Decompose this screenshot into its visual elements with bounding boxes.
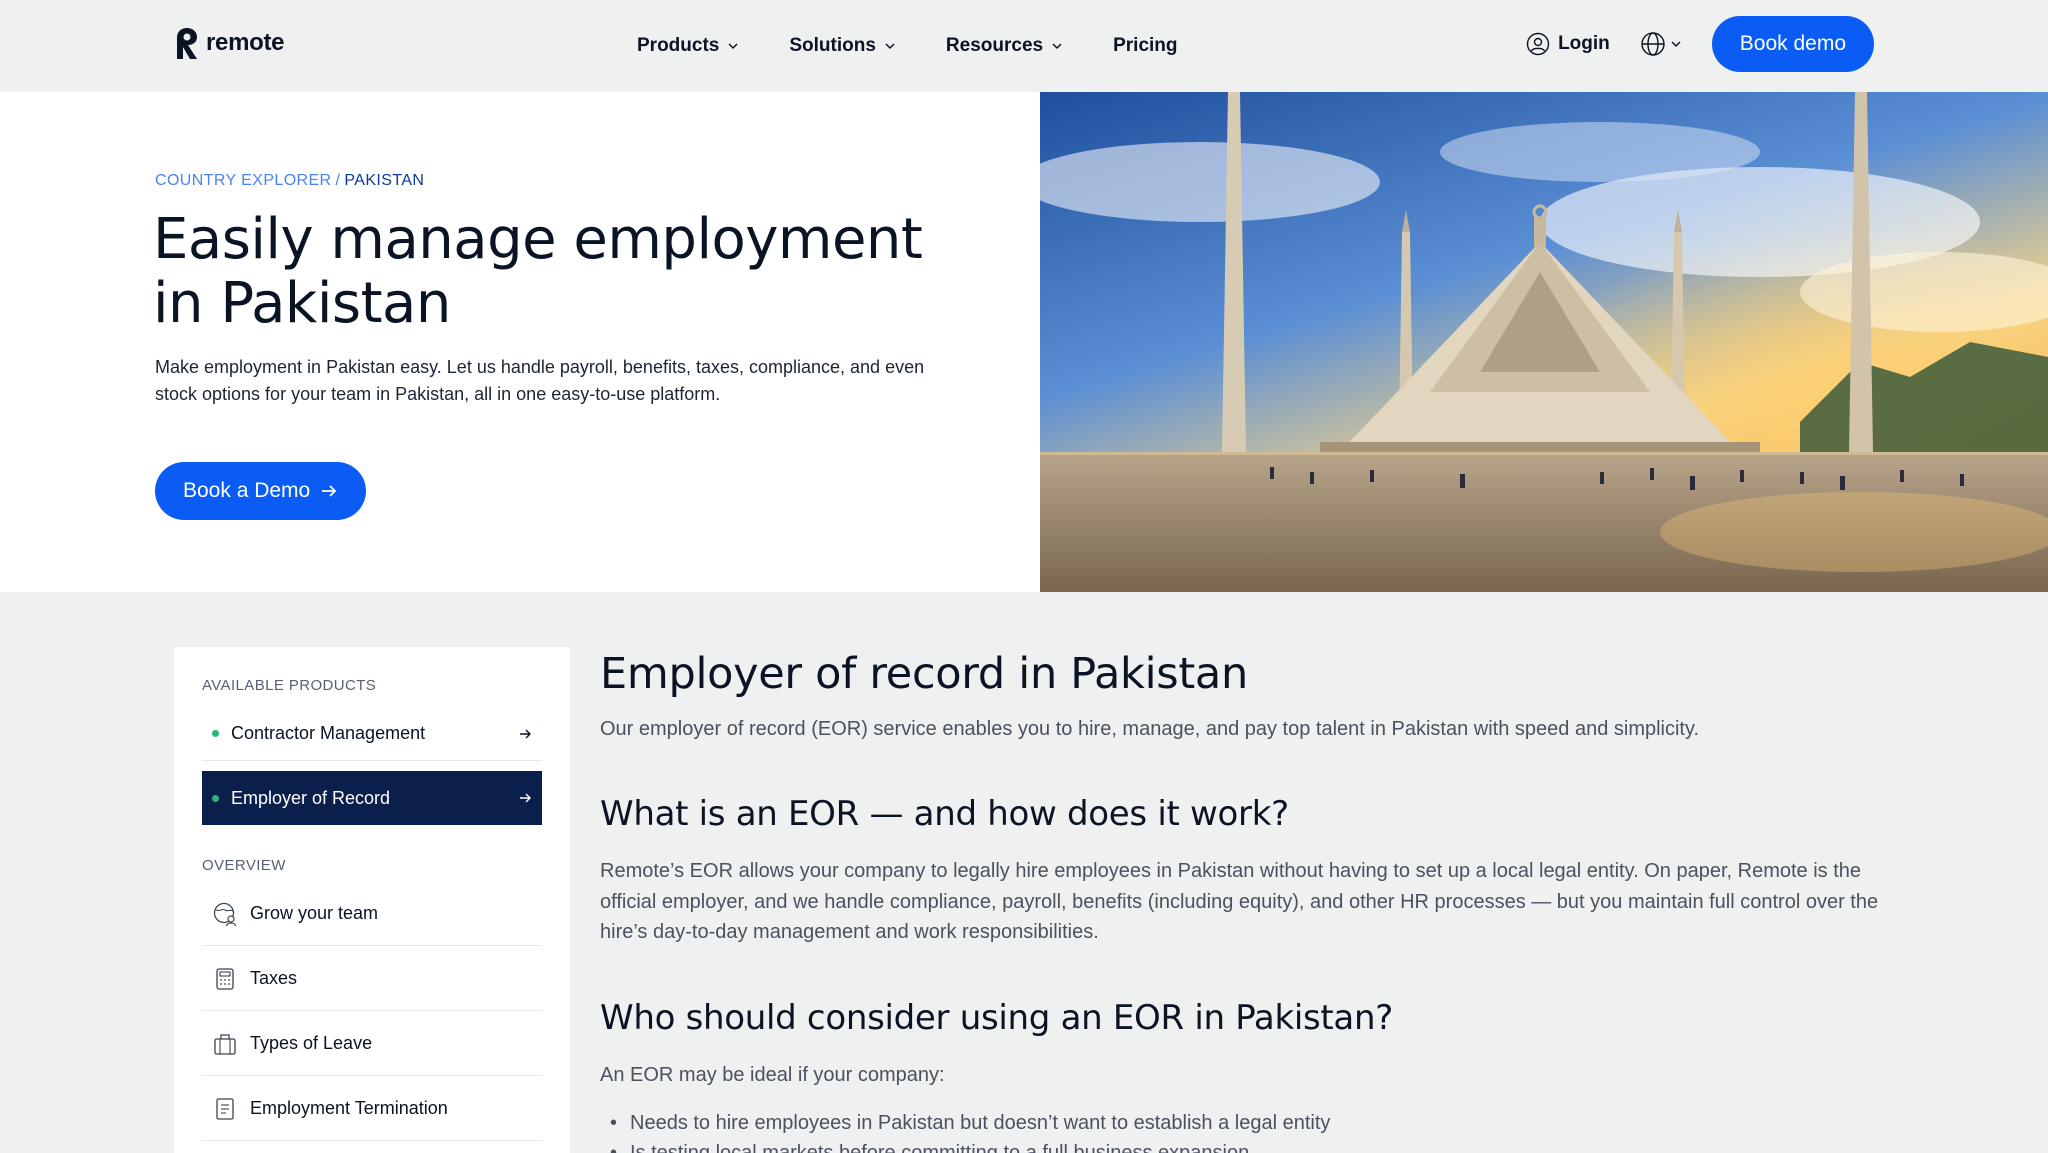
globe-icon	[1641, 32, 1665, 56]
country-sidebar: AVAILABLE PRODUCTS Contractor Management…	[174, 647, 570, 1153]
user-icon	[1526, 32, 1550, 56]
calculator-icon	[216, 967, 234, 990]
status-dot	[212, 730, 219, 737]
sidebar-item-grow-your-team[interactable]: Grow your team	[202, 882, 542, 946]
nav-actions: Login Book demo	[1526, 16, 1874, 72]
mosque-illustration	[1040, 92, 2048, 592]
menu-solutions-label: Solutions	[789, 35, 876, 56]
arrow-right-icon	[520, 729, 531, 738]
sidebar-item-label: Taxes	[250, 968, 298, 988]
breadcrumb-separator: /	[335, 172, 341, 189]
brand-name: remote	[206, 29, 285, 56]
sidebar-item-employer-of-record[interactable]: Employer of Record	[202, 771, 542, 825]
login-label: Login	[1558, 33, 1610, 54]
sidebar-item-label: Types of Leave	[250, 1033, 373, 1053]
hero-section: COUNTRY EXPLORER / PAKISTAN Easily manage …	[0, 92, 1040, 592]
page-title: Easily manage employment in Pakistan	[153, 207, 923, 336]
eor-heading: Employer of record in Pakistan	[600, 649, 1248, 699]
arrow-right-icon	[520, 793, 531, 803]
menu-products-label: Products	[637, 35, 720, 56]
available-products-heading: AVAILABLE PRODUCTS	[202, 677, 377, 694]
chevron-down-icon	[1671, 41, 1681, 48]
eor-ideal-list: Needs to hire employees in Pakistan but …	[600, 1108, 1330, 1153]
menu-products[interactable]: Products	[637, 35, 739, 57]
globe-people-icon	[213, 902, 237, 926]
chevron-down-icon	[728, 43, 738, 50]
status-dot	[212, 794, 219, 802]
sidebar-item-employment-termination[interactable]: Employment Termination	[202, 1077, 542, 1141]
what-is-eor-paragraph: Remote’s EOR allows your company to lega…	[600, 860, 1879, 943]
chevron-down-icon	[1052, 43, 1062, 50]
top-nav: remote Products Solutions Resources Pric…	[0, 0, 2048, 92]
who-should-consider-paragraph: An EOR may be ideal if your company:	[600, 1064, 945, 1086]
menu-pricing-label: Pricing	[1113, 35, 1178, 56]
list-item: Needs to hire employees in Pakistan but …	[600, 1108, 1330, 1138]
sidebar-item-label: Employment Termination	[250, 1098, 448, 1118]
breadcrumb: COUNTRY EXPLORER / PAKISTAN	[155, 172, 424, 190]
menu-pricing[interactable]: Pricing	[1113, 35, 1177, 57]
luggage-icon	[214, 1033, 236, 1055]
menu-resources-label: Resources	[945, 35, 1044, 56]
sidebar-item-label: Contractor Management	[231, 723, 426, 743]
remote-logo-mark	[177, 28, 197, 59]
menu-resources[interactable]: Resources	[946, 35, 1063, 57]
sidebar-item-label: Grow your team	[250, 903, 379, 923]
sidebar-item-taxes[interactable]: Taxes	[202, 947, 542, 1011]
arrow-right-icon	[322, 485, 337, 497]
sidebar-item-label: Employer of Record	[231, 787, 391, 808]
what-is-eor-heading: What is an EOR — and how does it work?	[600, 794, 1289, 834]
breadcrumb-country-explorer[interactable]: COUNTRY EXPLORER	[155, 172, 332, 189]
main-menu: Products Solutions Resources Pricing	[637, 0, 1228, 92]
document-icon	[216, 1097, 234, 1120]
book-a-demo-label: Book a Demo	[183, 479, 311, 502]
sidebar-item-contractor-management[interactable]: Contractor Management	[202, 707, 542, 761]
breadcrumb-pakistan: PAKISTAN	[344, 172, 425, 189]
eor-intro: Our employer of record (EOR) service ena…	[600, 718, 1700, 740]
hero-image-mosque	[1040, 92, 2048, 592]
remote-logo[interactable]: remote	[174, 26, 285, 60]
who-should-consider-heading: Who should consider using an EOR in Paki…	[600, 998, 1393, 1038]
overview-heading: OVERVIEW	[202, 857, 286, 874]
language-selector[interactable]	[1640, 31, 1682, 57]
hero-description: Make employment in Pakistan easy. Let us…	[155, 357, 925, 404]
chevron-down-icon	[885, 43, 895, 50]
sidebar-item-types-of-leave[interactable]: Types of Leave	[202, 1012, 542, 1076]
login-link[interactable]: Login	[1526, 32, 1610, 56]
list-item: Is testing local markets before committi…	[600, 1138, 1330, 1153]
menu-solutions[interactable]: Solutions	[789, 35, 896, 57]
book-demo-button[interactable]: Book demo	[1711, 16, 1874, 72]
book-a-demo-button[interactable]: Book a Demo	[155, 462, 367, 520]
